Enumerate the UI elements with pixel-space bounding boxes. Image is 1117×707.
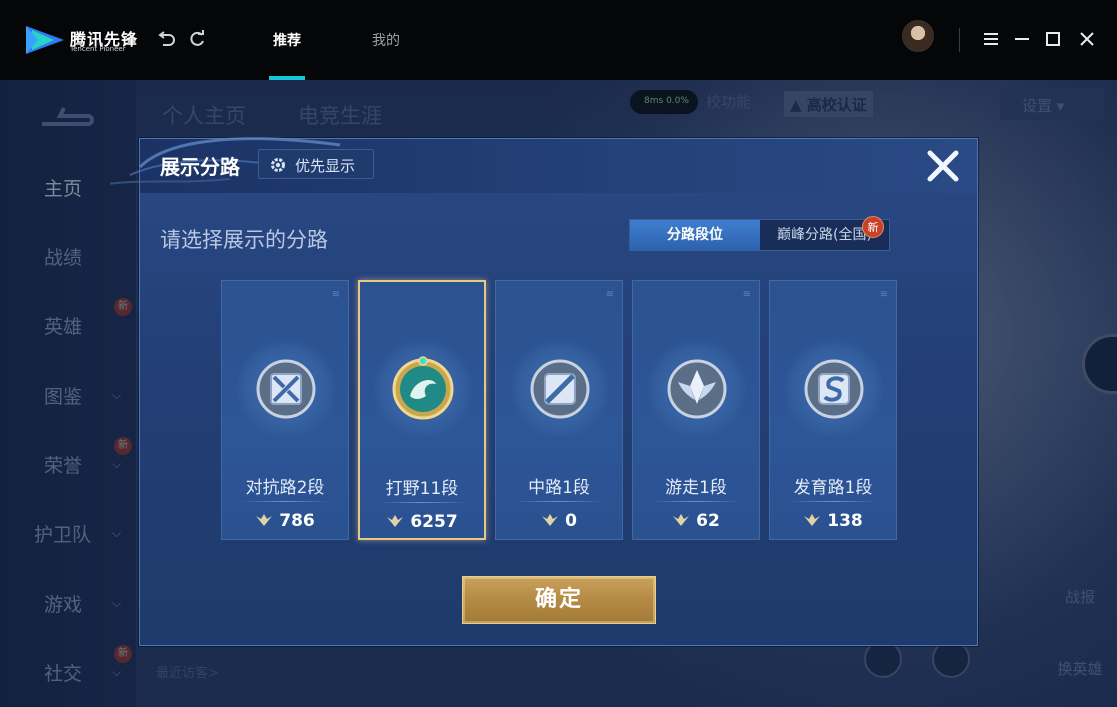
minimize-icon[interactable]	[1011, 28, 1033, 50]
lane-card-farm[interactable]: ≋ 发育路1段 138	[769, 280, 897, 540]
lane-name: 游走1段	[665, 478, 727, 498]
rank-points-icon	[256, 514, 273, 526]
lane-score: 786	[222, 511, 348, 531]
app-logo: 腾讯先锋 Tencent Pioneer	[24, 22, 144, 58]
rank-points-icon	[804, 514, 821, 526]
title-bar: 腾讯先锋 Tencent Pioneer 推荐 我的	[0, 0, 1117, 80]
rank-points-icon	[673, 514, 690, 526]
confirm-button[interactable]: 确定	[462, 576, 656, 624]
corner-ornament-icon: ≋	[605, 289, 614, 300]
app-logo-icon	[26, 26, 64, 54]
lane-score: 138	[770, 511, 896, 531]
maximize-icon[interactable]	[1042, 28, 1064, 50]
corner-ornament-icon: ≋	[742, 289, 751, 300]
mid-lane-emblem-icon	[530, 359, 590, 419]
lane-name: 打野11段	[385, 479, 459, 499]
menu-icon[interactable]	[980, 28, 1002, 50]
lane-display-modal: 展示分路 优先显示 请选择展示的分路 分路段位 巅峰分路(全国) 新 ≋ 对抗路…	[110, 137, 978, 646]
refresh-icon[interactable]	[186, 28, 208, 50]
priority-display-button[interactable]: 优先显示	[258, 149, 374, 179]
close-modal-icon[interactable]	[924, 147, 962, 185]
lane-score: 0	[496, 511, 622, 531]
modal-title: 展示分路	[160, 155, 240, 179]
roam-emblem-icon	[667, 359, 727, 419]
corner-ornament-icon: ≋	[879, 289, 888, 300]
app-name-en: Tencent Pioneer	[70, 45, 126, 53]
clash-lane-emblem-icon	[256, 359, 316, 419]
farm-lane-emblem-icon	[804, 359, 864, 419]
lane-card-jungle[interactable]: 打野11段 6257	[358, 280, 486, 540]
segment-control: 分路段位 巅峰分路(全国) 新	[629, 216, 890, 251]
lane-card-mid[interactable]: ≋ 中路1段 0	[495, 280, 623, 540]
back-icon[interactable]	[155, 28, 177, 50]
modal-header: 展示分路 优先显示	[110, 137, 977, 193]
avatar[interactable]	[902, 20, 934, 52]
lane-card-clash[interactable]: ≋ 对抗路2段 786	[221, 280, 349, 540]
new-badge: 新	[862, 216, 884, 238]
lane-name: 对抗路2段	[245, 478, 325, 498]
titlebar-divider	[959, 28, 960, 52]
lane-name: 中路1段	[528, 478, 590, 498]
segment-lane-rank[interactable]: 分路段位	[630, 220, 760, 250]
rank-points-icon	[387, 515, 404, 527]
lane-name: 发育路1段	[793, 478, 873, 498]
close-window-icon[interactable]	[1076, 28, 1098, 50]
gear-icon	[271, 158, 285, 172]
tab-recommend[interactable]: 推荐	[273, 30, 301, 50]
tab-mine[interactable]: 我的	[372, 30, 400, 50]
lane-card-roam[interactable]: ≋ 游走1段 62	[632, 280, 760, 540]
lane-score: 62	[633, 511, 759, 531]
lane-score: 6257	[360, 512, 484, 532]
lane-cards: ≋ 对抗路2段 786 打野11段 6257 ≋ 中路1段 0 ≋ 游走1段 6…	[221, 280, 901, 542]
corner-ornament-icon: ≋	[331, 289, 340, 300]
rank-points-icon	[542, 514, 559, 526]
selection-prompt: 请选择展示的分路	[160, 228, 328, 252]
jungle-dragon-emblem-icon	[392, 356, 454, 420]
